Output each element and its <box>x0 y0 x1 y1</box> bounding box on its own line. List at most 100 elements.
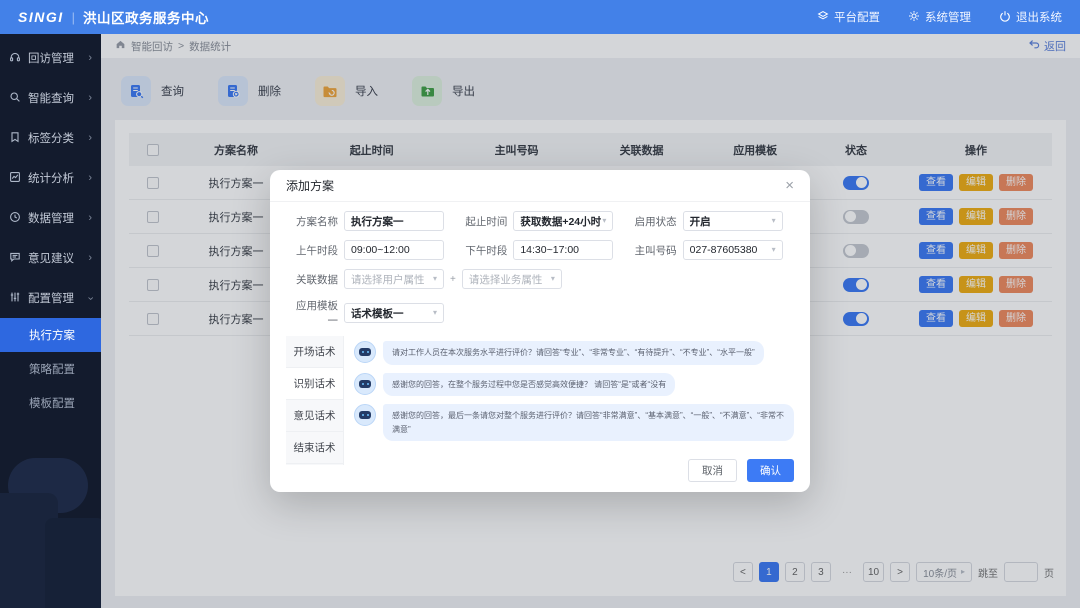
time-range-label: 起止时间 <box>455 214 507 229</box>
headset-icon <box>9 51 21 66</box>
plan-name-input[interactable] <box>344 211 444 231</box>
brand: SINGI | 洪山区政务服务中心 <box>18 7 209 27</box>
caller-select[interactable]: 027-87605380 ▾ <box>683 240 783 260</box>
robot-avatar-icon <box>354 341 376 363</box>
sidebar-item-chaxun[interactable]: 智能查询 › <box>0 78 101 118</box>
sidebar-item-label: 意见建议 <box>28 250 74 266</box>
sidebar-item-label: 数据管理 <box>28 210 74 226</box>
gear-icon <box>908 10 920 25</box>
org-title: 洪山区政务服务中心 <box>83 7 209 27</box>
chevron-right-icon: › <box>88 253 92 264</box>
chevron-right-icon: › <box>88 213 92 224</box>
sidebar-sub-moban[interactable]: 模板配置 <box>0 386 101 420</box>
caret-down-icon: ▾ <box>433 275 437 283</box>
caret-down-icon: ▾ <box>772 217 776 225</box>
template-select[interactable]: 话术模板一 ▾ <box>344 303 444 323</box>
chevron-right-icon: › <box>88 173 92 184</box>
script-tabs: 开场话术 识别话术 意见话术 结束话术 <box>286 336 344 465</box>
user-attribute-select[interactable]: 请选择用户属性 ▾ <box>344 269 444 289</box>
tab-opening-script[interactable]: 开场话术 <box>286 336 343 368</box>
related-data-label: 关联数据 <box>286 272 338 287</box>
tab-recognition-script[interactable]: 识别话术 <box>286 368 343 400</box>
sidebar-item-huifang[interactable]: 回访管理 › <box>0 38 101 78</box>
chevron-right-icon: › <box>88 133 92 144</box>
biz-attribute-select[interactable]: 请选择业务属性 ▾ <box>462 269 562 289</box>
sidebar-item-label: 配置管理 <box>28 290 74 306</box>
sidebar-decoration <box>0 448 101 608</box>
cancel-button[interactable]: 取消 <box>688 459 737 482</box>
system-manage-menu[interactable]: 系统管理 <box>908 9 971 25</box>
caller-label: 主叫号码 <box>625 243 677 258</box>
caller-value: 027-87605380 <box>690 244 758 256</box>
sidebar-item-biaoqian[interactable]: 标签分类 › <box>0 118 101 158</box>
sidebar-sub-label: 模板配置 <box>29 395 75 411</box>
confirm-button[interactable]: 确认 <box>747 459 794 482</box>
platform-config-menu[interactable]: 平台配置 <box>817 9 880 25</box>
sidebar-item-label: 智能查询 <box>28 90 74 106</box>
search-icon <box>9 91 21 106</box>
caret-down-icon: ▾ <box>433 309 437 317</box>
enable-status-select[interactable]: 开启 ▾ <box>683 211 783 231</box>
script-section: 开场话术 识别话术 意见话术 结束话术 请对工作人员在本次服务水平进行评价？请回… <box>286 336 794 465</box>
sidebar-sub-label: 策略配置 <box>29 361 75 377</box>
biz-attribute-placeholder: 请选择业务属性 <box>469 272 543 287</box>
message-bubble: 请对工作人员在本次服务水平进行评价？请回答“专业”、“非常专业”、“有待提升”、… <box>383 341 764 365</box>
user-attribute-placeholder: 请选择用户属性 <box>351 272 425 287</box>
tab-opinion-script[interactable]: 意见话术 <box>286 400 343 432</box>
chevron-right-icon: › <box>88 93 92 104</box>
sidebar-sub-zhixingfangan[interactable]: 执行方案 <box>0 318 101 352</box>
message-row: 感谢您的回答，最后一条请您对整个服务进行评价？请回答“非常满意”、“基本满意”、… <box>354 404 794 441</box>
robot-avatar-icon <box>354 404 376 426</box>
logo: SINGI <box>18 9 64 25</box>
logout-menu[interactable]: 退出系统 <box>999 9 1062 25</box>
bookmark-icon <box>9 131 21 146</box>
system-manage-label: 系统管理 <box>925 9 971 25</box>
close-icon[interactable]: × <box>785 178 794 193</box>
chevron-down-icon: › <box>85 296 96 300</box>
template-label: 应用模板一 <box>286 298 338 328</box>
caret-down-icon: ▾ <box>772 246 776 254</box>
sidebar-item-label: 统计分析 <box>28 170 74 186</box>
sidebar-item-yijian[interactable]: 意见建议 › <box>0 238 101 278</box>
time-range-value: 获取数据+24小时 <box>520 214 601 229</box>
message-bubble: 感谢您的回答，最后一条请您对整个服务进行评价？请回答“非常满意”、“基本满意”、… <box>383 404 794 441</box>
modal-title: 添加方案 <box>286 177 334 194</box>
sidebar-item-shuju[interactable]: 数据管理 › <box>0 198 101 238</box>
platform-config-label: 平台配置 <box>834 9 880 25</box>
layers-icon <box>817 10 829 25</box>
sidebar-sub-label: 执行方案 <box>29 327 75 343</box>
modal-footer: 取消 确认 <box>270 448 810 492</box>
afternoon-label: 下午时段 <box>455 243 507 258</box>
enable-status-value: 开启 <box>690 214 711 229</box>
plus-separator: + <box>450 274 456 285</box>
sidebar: 回访管理 › 智能查询 › 标签分类 › 统计分析 › 数据管理 › 意见建议 … <box>0 34 101 608</box>
power-icon <box>999 10 1011 25</box>
sidebar-item-label: 回访管理 <box>28 50 74 66</box>
message-row: 请对工作人员在本次服务水平进行评价？请回答“专业”、“非常专业”、“有待提升”、… <box>354 341 794 365</box>
sliders-icon <box>9 291 21 306</box>
chart-icon <box>9 171 21 186</box>
enable-status-label: 启用状态 <box>625 214 677 229</box>
morning-input[interactable] <box>344 240 444 260</box>
plan-name-label: 方案名称 <box>286 214 338 229</box>
sidebar-item-peizhi[interactable]: 配置管理 › <box>0 278 101 318</box>
topbar-menu: 平台配置 系统管理 退出系统 <box>817 9 1062 25</box>
template-value: 话术模板一 <box>351 306 404 321</box>
robot-avatar-icon <box>354 373 376 395</box>
chevron-right-icon: › <box>88 53 92 64</box>
topbar: SINGI | 洪山区政务服务中心 平台配置 系统管理 退出系统 <box>0 0 1080 34</box>
add-plan-modal: 添加方案 × 方案名称 起止时间 获取数据+24小时 ▾ 启用状态 开启 ▾ <box>270 170 810 492</box>
message-row: 感谢您的回答，在整个服务过程中您是否感觉高效便捷？ 请回答“是”或者“没有 <box>354 373 794 397</box>
sidebar-item-tongji[interactable]: 统计分析 › <box>0 158 101 198</box>
clock-icon <box>9 211 21 226</box>
sidebar-sub-celue[interactable]: 策略配置 <box>0 352 101 386</box>
caret-down-icon: ▾ <box>602 217 606 225</box>
afternoon-input[interactable] <box>513 240 613 260</box>
morning-label: 上午时段 <box>286 243 338 258</box>
modal-body: 方案名称 起止时间 获取数据+24小时 ▾ 启用状态 开启 ▾ 上午时段 <box>270 202 810 465</box>
time-range-select[interactable]: 获取数据+24小时 ▾ <box>513 211 613 231</box>
comment-icon <box>9 251 21 266</box>
brand-divider: | <box>72 10 75 25</box>
modal-header: 添加方案 × <box>270 170 810 202</box>
logout-label: 退出系统 <box>1016 9 1062 25</box>
